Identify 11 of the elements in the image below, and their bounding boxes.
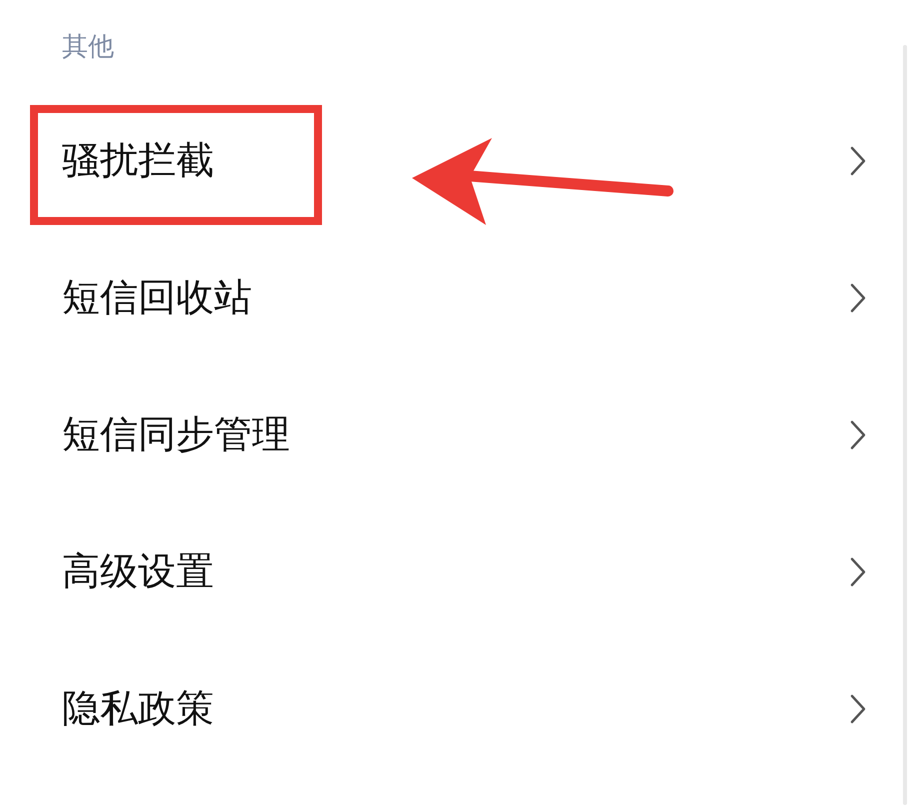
settings-item[interactable]: 短信同步管理 [0, 366, 923, 503]
section-header: 其他 [61, 31, 115, 64]
settings-item[interactable]: 高级设置 [0, 503, 923, 640]
settings-item[interactable]: 骚扰拦截 [0, 92, 923, 229]
chevron-right-icon [849, 144, 867, 176]
chevron-right-icon [849, 418, 867, 450]
settings-item[interactable]: 短信回收站 [0, 229, 923, 366]
settings-item[interactable]: 隐私政策 [0, 640, 923, 777]
chevron-right-icon [849, 282, 867, 314]
chevron-right-icon [849, 556, 867, 588]
chevron-right-icon [849, 692, 867, 724]
